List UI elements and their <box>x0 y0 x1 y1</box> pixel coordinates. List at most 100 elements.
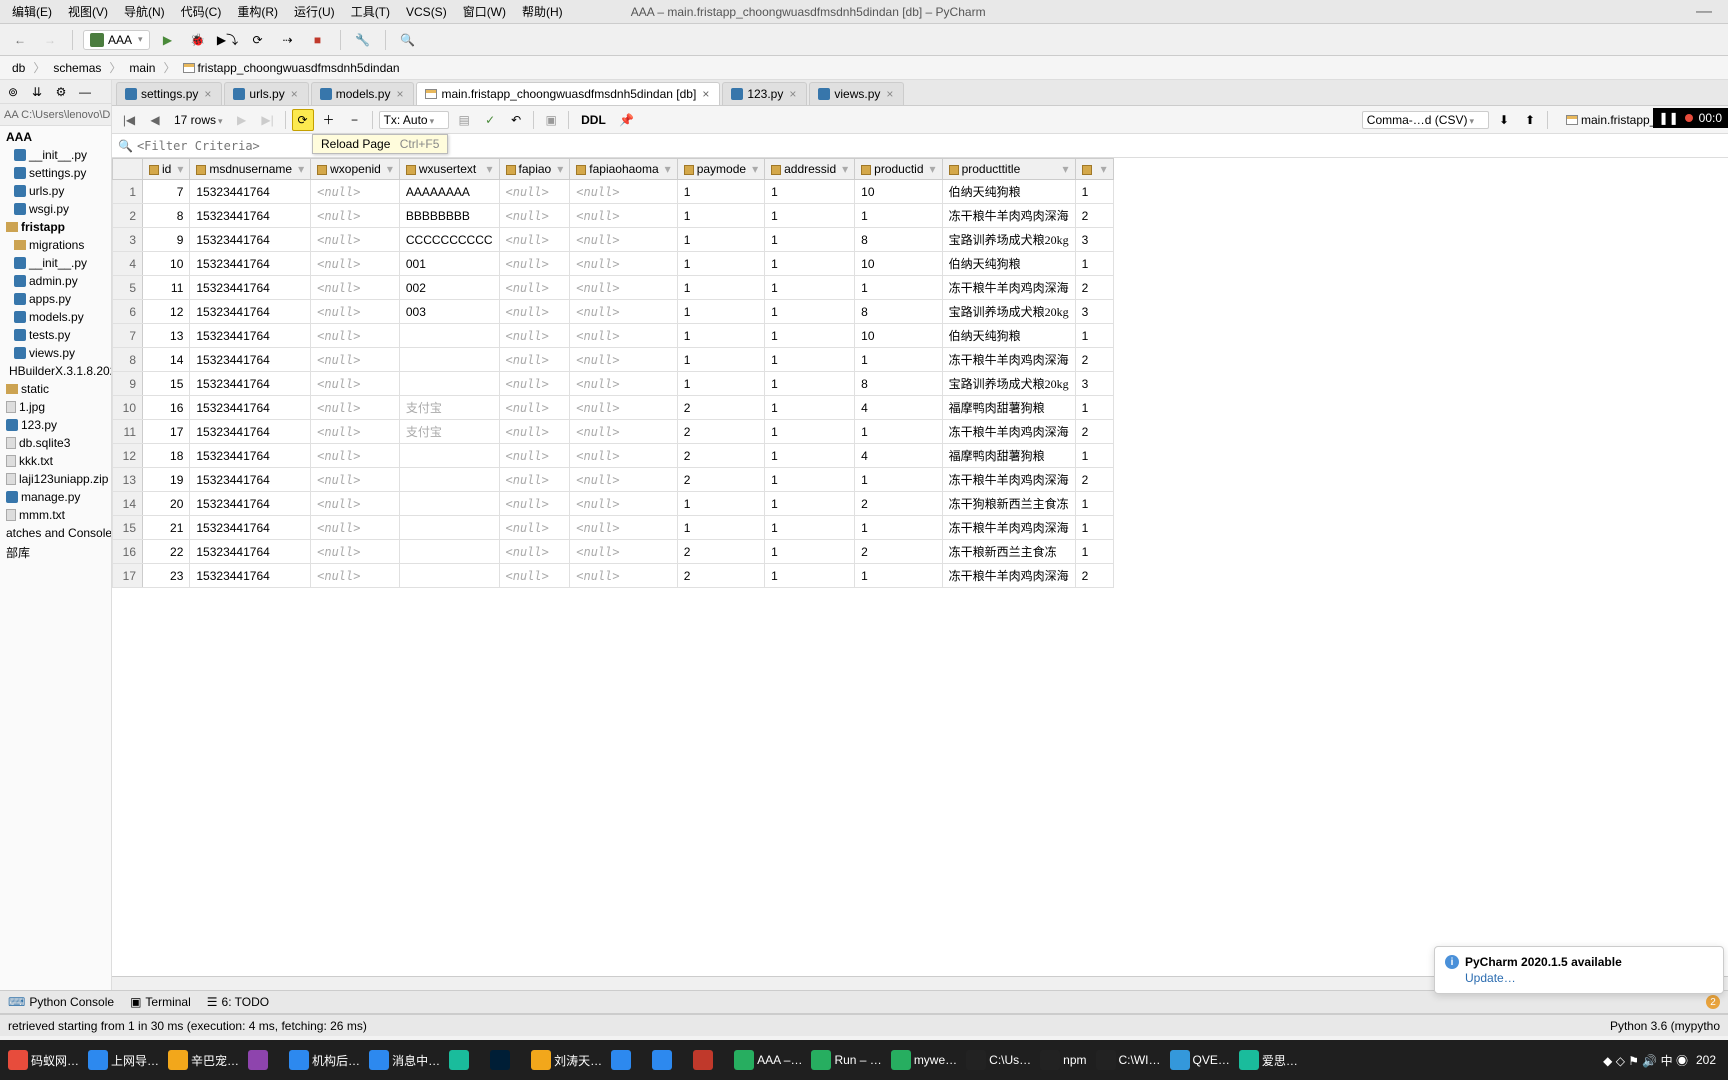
table-row[interactable]: 71315323441764<null><null><null>1110伯纳天纯… <box>113 324 1114 348</box>
tree-item[interactable]: 部库 <box>0 542 111 563</box>
cell[interactable]: 伯纳天纯狗粮 <box>942 180 1075 204</box>
rows-count[interactable]: 17 rows <box>170 113 227 127</box>
breadcrumb-table[interactable]: fristapp_choongwuasdfmsdnh5dindan <box>179 60 403 76</box>
select-opened-file-button[interactable]: ⊚ <box>4 83 22 101</box>
revert-button[interactable]: ↶ <box>505 109 527 131</box>
cell[interactable]: 15323441764 <box>190 492 311 516</box>
cell[interactable]: <null> <box>499 492 570 516</box>
cell[interactable]: 2 <box>1075 204 1113 228</box>
table-row[interactable]: 91515323441764<null><null><null>118宝路训养场… <box>113 372 1114 396</box>
cell[interactable]: <null> <box>311 252 400 276</box>
sort-icon[interactable]: ▾ <box>177 162 183 176</box>
cell[interactable]: 2 <box>1075 468 1113 492</box>
cell[interactable]: 15 <box>143 372 190 396</box>
cell[interactable]: 22 <box>143 540 190 564</box>
close-tab-button[interactable]: × <box>202 87 213 101</box>
cell[interactable]: 1 <box>855 204 942 228</box>
cell[interactable]: <null> <box>570 228 677 252</box>
cell[interactable]: 14 <box>113 492 143 516</box>
cell[interactable]: <null> <box>311 204 400 228</box>
cell[interactable]: 11 <box>113 420 143 444</box>
cell[interactable]: 1 <box>855 564 942 588</box>
taskbar-item[interactable] <box>607 1044 647 1076</box>
cell[interactable]: <null> <box>311 468 400 492</box>
cell[interactable] <box>399 444 499 468</box>
breadcrumb-schemas[interactable]: schemas <box>49 60 105 76</box>
cell[interactable]: 冻干狗粮新西兰主食冻 <box>942 492 1075 516</box>
cell[interactable]: <null> <box>311 516 400 540</box>
cell[interactable] <box>399 540 499 564</box>
taskbar-item[interactable]: 消息中… <box>365 1044 444 1076</box>
column-header[interactable]: ▾ <box>1075 159 1113 180</box>
editor-tab[interactable]: settings.py× <box>116 82 222 105</box>
table-row[interactable]: 142015323441764<null><null><null>112冻干狗粮… <box>113 492 1114 516</box>
debug-button[interactable]: 🐞 <box>186 28 210 52</box>
menu-help[interactable]: 帮助(H) <box>514 1 571 22</box>
terminal-tab[interactable]: ▣ Terminal <box>130 995 191 1009</box>
cell[interactable]: <null> <box>499 468 570 492</box>
cell[interactable]: 1 <box>765 228 855 252</box>
stop-button[interactable]: ■ <box>306 28 330 52</box>
sort-icon[interactable]: ▾ <box>387 162 393 176</box>
cell[interactable]: 1 <box>765 252 855 276</box>
cell[interactable]: <null> <box>311 228 400 252</box>
cell[interactable]: 伯纳天纯狗粮 <box>942 324 1075 348</box>
menu-code[interactable]: 代码(C) <box>173 1 230 22</box>
data-grid[interactable]: id▾msdnusername▾wxopenid▾wxusertext▾fapi… <box>112 158 1728 976</box>
breadcrumb-db[interactable]: db <box>8 60 29 76</box>
cell[interactable]: 1 <box>765 276 855 300</box>
nav-back-button[interactable]: ← <box>8 28 32 52</box>
search-button[interactable]: 🔍 <box>396 28 420 52</box>
cell[interactable]: 2 <box>1075 348 1113 372</box>
cell[interactable]: 8 <box>113 348 143 372</box>
cell[interactable]: 13 <box>143 324 190 348</box>
sort-icon[interactable]: ▾ <box>298 162 304 176</box>
cell[interactable] <box>399 468 499 492</box>
cell[interactable]: <null> <box>570 204 677 228</box>
cell[interactable]: 1 <box>113 180 143 204</box>
sort-icon[interactable]: ▾ <box>1101 162 1107 176</box>
column-header[interactable]: producttitle▾ <box>942 159 1075 180</box>
sort-icon[interactable]: ▾ <box>665 162 671 176</box>
taskbar-item[interactable]: 上网导… <box>84 1044 163 1076</box>
cell[interactable]: 15323441764 <box>190 396 311 420</box>
cell[interactable] <box>399 324 499 348</box>
cell[interactable] <box>399 372 499 396</box>
cell[interactable]: 1 <box>765 300 855 324</box>
cell[interactable]: <null> <box>499 228 570 252</box>
tree-item[interactable]: static <box>0 380 111 398</box>
cell[interactable]: 2 <box>1075 420 1113 444</box>
cell[interactable]: <null> <box>311 420 400 444</box>
cell[interactable]: 10 <box>855 324 942 348</box>
ddl-button[interactable]: DDL <box>575 113 612 127</box>
cell[interactable]: 1 <box>1075 324 1113 348</box>
cell[interactable]: 1 <box>1075 180 1113 204</box>
cell[interactable]: BBBBBBBB <box>399 204 499 228</box>
cell[interactable]: 1 <box>677 228 764 252</box>
cell[interactable]: 1 <box>855 516 942 540</box>
editor-tab[interactable]: urls.py× <box>224 82 308 105</box>
prev-page-button[interactable]: ◀ <box>144 109 166 131</box>
table-row[interactable]: 2815323441764<null>BBBBBBBB<null><null>1… <box>113 204 1114 228</box>
cell[interactable]: 1 <box>765 372 855 396</box>
cell[interactable]: 9 <box>143 228 190 252</box>
cell[interactable]: 16 <box>113 540 143 564</box>
taskbar-item[interactable]: 刘涛天… <box>527 1044 606 1076</box>
taskbar-item[interactable]: QVE… <box>1166 1044 1234 1076</box>
cell[interactable]: 8 <box>855 372 942 396</box>
cell[interactable]: 4 <box>113 252 143 276</box>
tree-item[interactable]: atches and Consoles <box>0 524 111 542</box>
menu-window[interactable]: 窗口(W) <box>455 1 514 22</box>
menu-refactor[interactable]: 重构(R) <box>229 1 286 22</box>
cell[interactable]: <null> <box>311 540 400 564</box>
cell[interactable]: 15323441764 <box>190 468 311 492</box>
column-header[interactable]: paymode▾ <box>677 159 764 180</box>
menu-navigate[interactable]: 导航(N) <box>116 1 173 22</box>
minimize-button[interactable]: — <box>1684 3 1724 21</box>
cell[interactable]: 1 <box>677 276 764 300</box>
cell[interactable]: 冻干粮牛羊肉鸡肉深海 <box>942 468 1075 492</box>
cell[interactable]: <null> <box>499 396 570 420</box>
sort-icon[interactable]: ▾ <box>752 162 758 176</box>
cell[interactable]: <null> <box>311 372 400 396</box>
cell[interactable]: AAAAAAAA <box>399 180 499 204</box>
